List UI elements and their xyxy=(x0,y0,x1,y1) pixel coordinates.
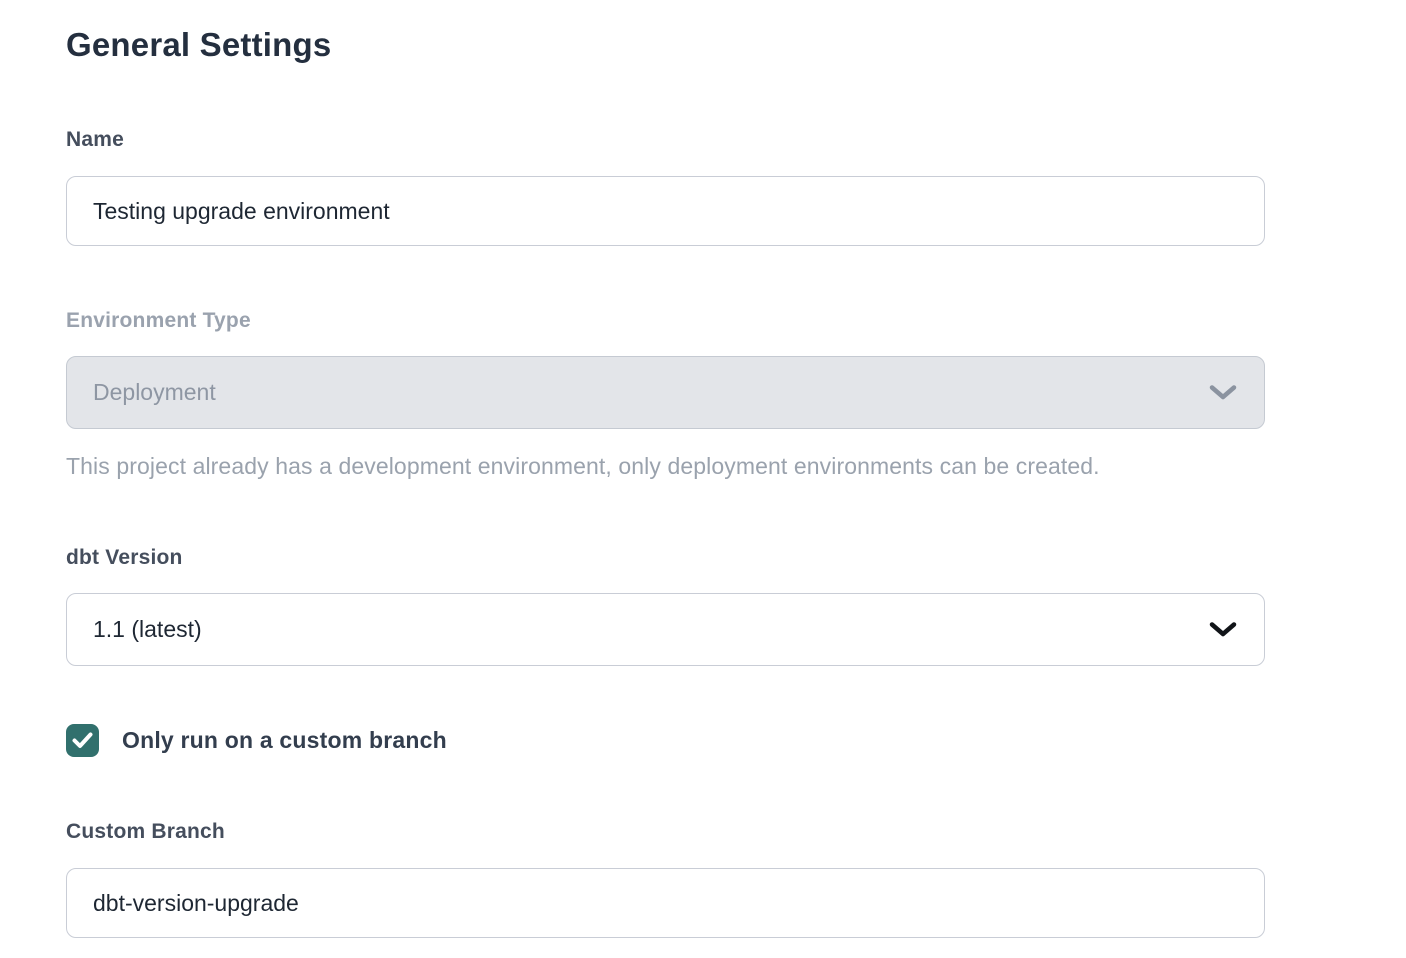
dbt-version-selected-value: 1.1 (latest) xyxy=(93,616,202,643)
page-title: General Settings xyxy=(66,26,1265,64)
environment-type-help-text: This project already has a development e… xyxy=(66,453,1265,480)
custom-branch-input[interactable] xyxy=(66,868,1265,938)
custom-branch-label: Custom Branch xyxy=(66,820,1265,844)
chevron-down-icon xyxy=(1208,621,1238,639)
general-settings-form: General Settings Name Environment Type D… xyxy=(0,0,1265,938)
name-input[interactable] xyxy=(66,176,1265,246)
dbt-version-label: dbt Version xyxy=(66,546,1265,570)
custom-branch-checkbox-label[interactable]: Only run on a custom branch xyxy=(122,727,447,754)
name-field-label: Name xyxy=(66,128,1265,152)
check-icon xyxy=(72,732,93,749)
environment-type-selected-value: Deployment xyxy=(93,379,216,406)
chevron-down-icon xyxy=(1208,384,1238,402)
custom-branch-checkbox-row: Only run on a custom branch xyxy=(66,724,1265,757)
environment-type-label: Environment Type xyxy=(66,309,1265,333)
environment-type-select: Deployment xyxy=(66,356,1265,429)
custom-branch-checkbox[interactable] xyxy=(66,724,99,757)
dbt-version-select[interactable]: 1.1 (latest) xyxy=(66,593,1265,666)
